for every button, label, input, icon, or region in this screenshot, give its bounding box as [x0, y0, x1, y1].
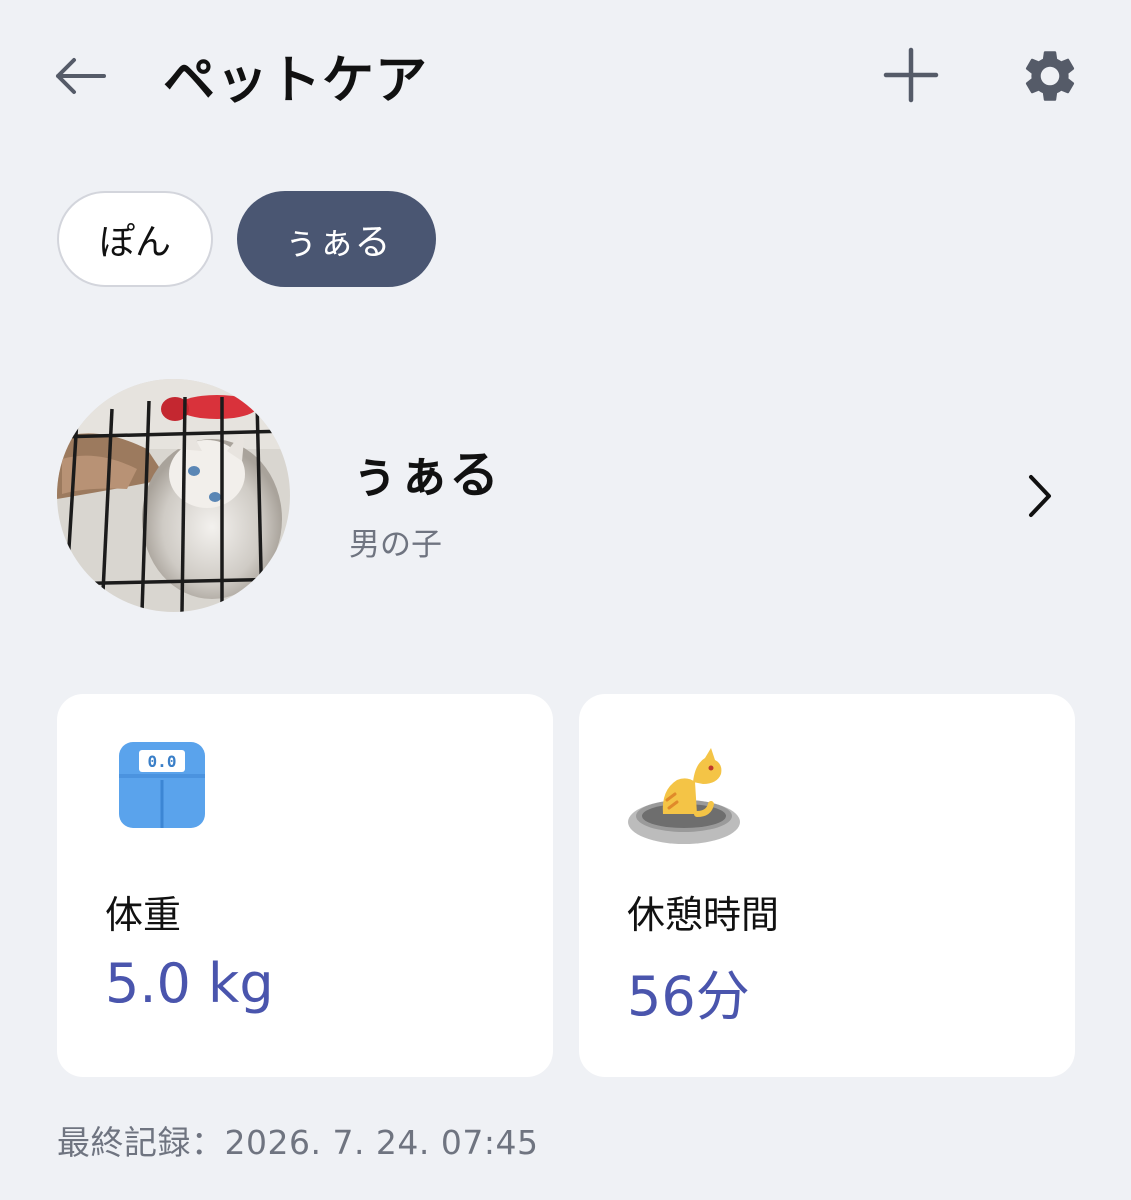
rest-label: 休憩時間 [627, 893, 780, 937]
header: ペットケア [0, 0, 1131, 150]
page-title: ペットケア [163, 51, 429, 111]
settings-button[interactable] [1016, 42, 1084, 110]
pet-sex: 男の子 [349, 527, 442, 563]
weight-card[interactable]: 0.0 体重 5.0 kg [57, 694, 553, 1077]
cat-in-bed-icon [628, 748, 740, 844]
weight-label: 体重 [105, 893, 182, 937]
svg-text:0.0: 0.0 [148, 752, 177, 771]
gear-icon [1025, 51, 1075, 101]
arrow-left-icon [56, 58, 106, 94]
add-button[interactable] [878, 42, 944, 108]
pet-avatar [57, 379, 290, 612]
plus-icon [883, 47, 939, 103]
scale-icon: 0.0 [119, 742, 205, 828]
pet-name: ぅぁる [349, 446, 499, 504]
pet-tab-vuaru[interactable]: ぅぁる [237, 191, 436, 287]
chevron-right-icon [1029, 475, 1051, 517]
last-record-text: 最終記録：2026. 7. 24. 07:45 [57, 1123, 539, 1162]
pet-care-screen: ペットケア ぽん ぅぁる ぅぁる 男の子 0.0 体重 5.0 kg 休憩時間 … [0, 0, 1131, 1200]
back-button[interactable] [48, 44, 112, 108]
rest-value: 56分 [627, 965, 750, 1028]
pet-tab-pon[interactable]: ぽん [57, 191, 213, 287]
kitten-photo [57, 379, 290, 612]
weight-value: 5.0 kg [105, 952, 274, 1015]
rest-card[interactable]: 休憩時間 56分 [579, 694, 1075, 1077]
pet-tabs: ぽん ぅぁる [57, 191, 436, 287]
pet-profile-row[interactable]: ぅぁる 男の子 [57, 379, 1077, 615]
